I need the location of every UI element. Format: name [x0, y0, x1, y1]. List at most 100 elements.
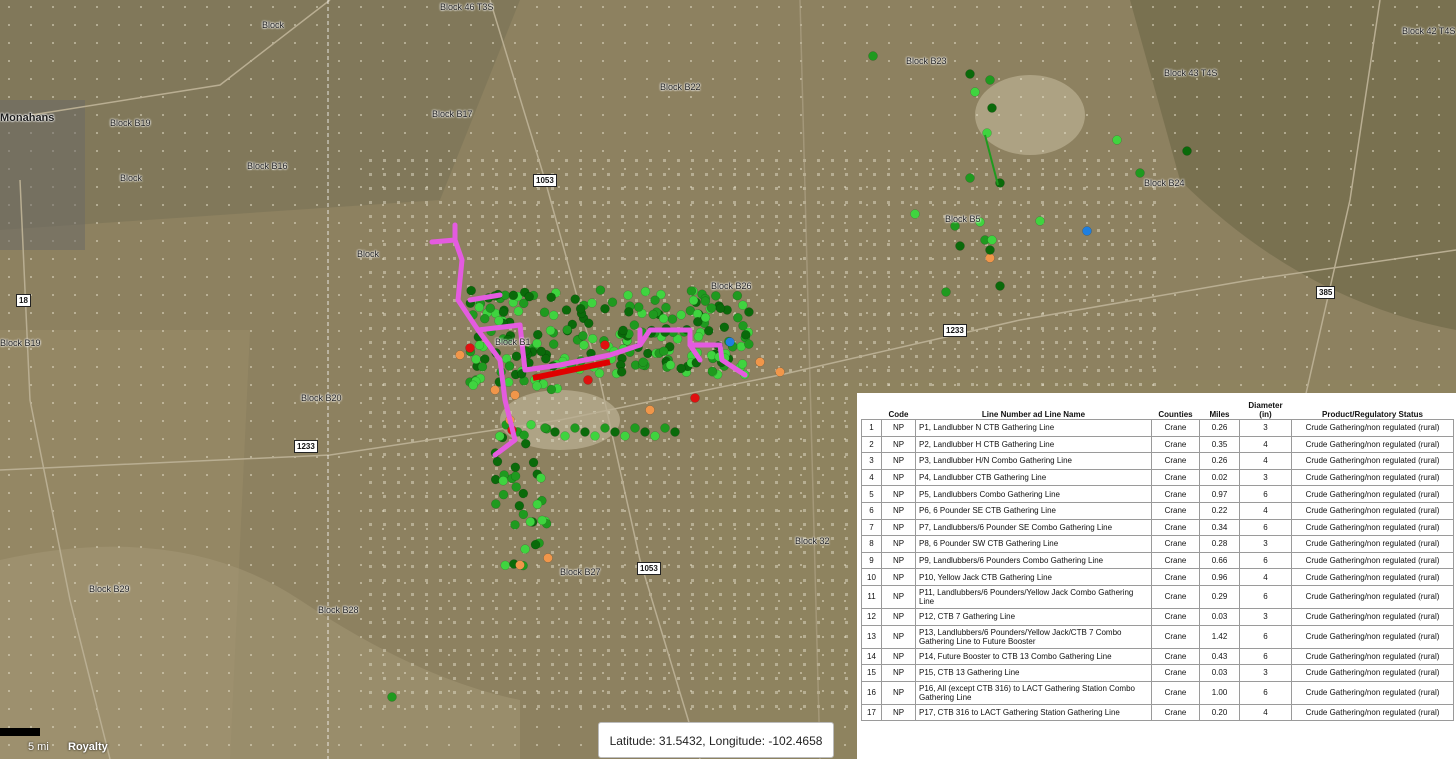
well-dot[interactable]	[545, 325, 556, 336]
well-dot[interactable]	[579, 340, 589, 350]
well-dot[interactable]	[600, 340, 610, 350]
well-dot[interactable]	[455, 350, 465, 360]
well-dot[interactable]	[610, 427, 620, 437]
well-dot[interactable]	[738, 321, 748, 331]
well-dot[interactable]	[616, 367, 627, 377]
well-dot[interactable]	[570, 294, 580, 304]
well-dot[interactable]	[985, 245, 995, 255]
well-dot[interactable]	[587, 298, 597, 308]
well-dot[interactable]	[479, 313, 490, 324]
well-dot[interactable]	[640, 286, 651, 297]
well-dot[interactable]	[524, 291, 534, 302]
well-dot[interactable]	[1135, 168, 1145, 178]
well-dot[interactable]	[508, 290, 519, 301]
well-dot[interactable]	[719, 322, 730, 332]
well-dot[interactable]	[494, 316, 504, 326]
well-dot[interactable]	[700, 312, 711, 323]
well-dot[interactable]	[562, 325, 572, 335]
well-dot[interactable]	[525, 517, 536, 527]
well-dot[interactable]	[477, 362, 488, 372]
well-dot[interactable]	[490, 385, 500, 395]
well-dot[interactable]	[561, 305, 572, 315]
well-dot[interactable]	[575, 304, 586, 314]
well-dot[interactable]	[514, 501, 525, 511]
well-dot[interactable]	[706, 303, 717, 313]
well-dot[interactable]	[595, 285, 606, 295]
well-dot[interactable]	[955, 241, 965, 251]
well-dot[interactable]	[532, 338, 542, 349]
well-dot[interactable]	[733, 312, 743, 323]
well-dot[interactable]	[645, 405, 655, 415]
well-dot[interactable]	[511, 482, 521, 492]
well-dot[interactable]	[741, 330, 751, 340]
well-dot[interactable]	[530, 539, 541, 550]
well-dot[interactable]	[667, 314, 678, 324]
well-dot[interactable]	[1112, 135, 1122, 145]
well-dot[interactable]	[620, 431, 630, 441]
well-dot[interactable]	[491, 499, 501, 509]
well-dot[interactable]	[660, 423, 670, 433]
well-dot[interactable]	[510, 520, 520, 530]
well-dot[interactable]	[519, 430, 529, 440]
well-dot[interactable]	[744, 339, 754, 349]
well-dot[interactable]	[732, 290, 743, 301]
well-dot[interactable]	[468, 380, 478, 390]
well-dot[interactable]	[738, 300, 748, 310]
well-dot[interactable]	[775, 367, 785, 377]
well-dot[interactable]	[536, 346, 547, 357]
well-dot[interactable]	[676, 310, 686, 320]
well-dot[interactable]	[690, 393, 700, 403]
well-dot[interactable]	[500, 560, 510, 571]
well-dot[interactable]	[513, 306, 524, 316]
well-dot[interactable]	[498, 489, 509, 500]
well-dot[interactable]	[650, 431, 660, 441]
well-dot[interactable]	[474, 302, 485, 313]
well-dot[interactable]	[661, 302, 671, 313]
well-dot[interactable]	[387, 692, 397, 702]
well-dot[interactable]	[532, 499, 543, 510]
well-dot[interactable]	[570, 423, 580, 433]
well-dot[interactable]	[546, 292, 556, 303]
well-dot[interactable]	[985, 75, 995, 85]
well-dot[interactable]	[498, 307, 509, 317]
well-dot[interactable]	[982, 128, 992, 138]
well-dot[interactable]	[511, 351, 522, 362]
well-dot[interactable]	[1035, 216, 1045, 226]
well-dot[interactable]	[520, 438, 531, 449]
well-dot[interactable]	[550, 427, 560, 437]
well-dot[interactable]	[543, 553, 553, 563]
well-dot[interactable]	[643, 348, 653, 359]
well-dot[interactable]	[600, 303, 610, 314]
well-dot[interactable]	[526, 419, 536, 430]
well-dot[interactable]	[536, 473, 546, 483]
well-dot[interactable]	[465, 343, 475, 353]
well-dot[interactable]	[737, 359, 748, 369]
well-dot[interactable]	[533, 329, 543, 340]
well-dot[interactable]	[495, 431, 505, 441]
well-dot[interactable]	[755, 357, 765, 367]
well-dot[interactable]	[498, 476, 508, 486]
well-dot[interactable]	[700, 296, 711, 306]
well-dot[interactable]	[520, 544, 530, 554]
well-dot[interactable]	[607, 297, 618, 307]
well-dot[interactable]	[590, 431, 600, 441]
well-dot[interactable]	[985, 253, 995, 263]
well-dot[interactable]	[528, 457, 539, 468]
well-dot[interactable]	[515, 560, 525, 570]
well-dot[interactable]	[965, 173, 975, 183]
well-dot[interactable]	[600, 423, 610, 433]
well-dot[interactable]	[995, 281, 1005, 291]
well-dot[interactable]	[650, 295, 660, 305]
well-dot[interactable]	[540, 423, 550, 433]
well-dot[interactable]	[633, 302, 644, 312]
well-dot[interactable]	[492, 456, 503, 467]
well-dot[interactable]	[910, 209, 920, 219]
well-dot[interactable]	[704, 326, 714, 336]
well-dot[interactable]	[688, 295, 699, 306]
well-dot[interactable]	[518, 488, 529, 499]
well-dot[interactable]	[970, 87, 980, 97]
well-dot[interactable]	[658, 346, 669, 356]
well-dot[interactable]	[583, 375, 593, 385]
well-dot[interactable]	[580, 427, 590, 437]
well-dot[interactable]	[670, 427, 680, 437]
